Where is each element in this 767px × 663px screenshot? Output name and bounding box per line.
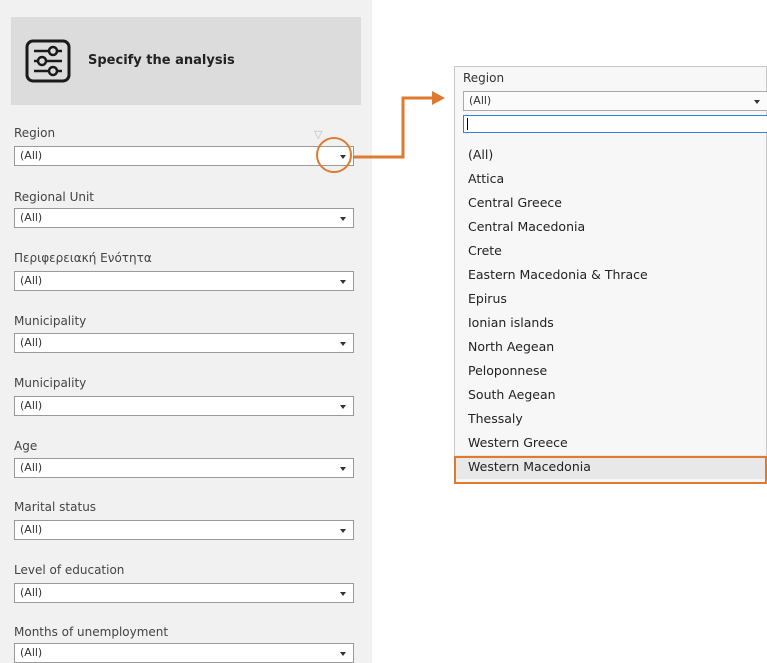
filter-value: (All) [20, 336, 43, 349]
filter-select-municipality-2[interactable]: (All) [14, 396, 354, 416]
chevron-down-icon[interactable] [340, 342, 346, 346]
filter-panel: Specify the analysis ▽ Region (All) Regi… [0, 0, 372, 663]
chevron-down-icon[interactable] [340, 217, 346, 221]
filter-select-marital-status[interactable]: (All) [14, 520, 354, 540]
filter-label-region: Region [14, 126, 56, 140]
dropdown-option[interactable]: Eastern Macedonia & Thrace [455, 263, 767, 287]
dropdown-option[interactable]: South Aegean [455, 383, 767, 407]
dropdown-option[interactable]: North Aegean [455, 335, 767, 359]
filter-label-regional-unit-greek: Περιφερειακή Ενότητα [14, 251, 152, 265]
filter-select-education[interactable]: (All) [14, 583, 354, 603]
panel-title: Specify the analysis [88, 53, 235, 68]
dropdown-option[interactable]: (All) [455, 143, 767, 167]
filter-label-regional-unit: Regional Unit [14, 190, 95, 204]
panel-header: Specify the analysis [11, 17, 361, 105]
dropdown-selected-value: (All) [469, 94, 492, 107]
region-dropdown-popup: Region (All) (All) Attica Central Greece… [454, 66, 767, 484]
filter-label-unemployment: Months of unemployment [14, 625, 169, 639]
dropdown-options-list: (All) Attica Central Greece Central Mace… [455, 143, 767, 479]
filter-label-municipality: Municipality [14, 314, 87, 328]
filter-select-unemployment[interactable]: (All) [14, 643, 354, 663]
dropdown-option[interactable]: Thessaly [455, 407, 767, 431]
filter-funnel-icon[interactable]: ▽ [314, 128, 322, 141]
dropdown-option[interactable]: Crete [455, 239, 767, 263]
filter-value: (All) [20, 211, 43, 224]
chevron-down-icon[interactable] [754, 100, 760, 104]
dropdown-select[interactable]: (All) [463, 91, 767, 111]
filter-value: (All) [20, 461, 43, 474]
filter-select-municipality[interactable]: (All) [14, 333, 354, 353]
connector-arrow-icon [353, 91, 445, 159]
filter-label-education: Level of education [14, 563, 125, 577]
dropdown-option[interactable]: Epirus [455, 287, 767, 311]
chevron-down-icon[interactable] [340, 592, 346, 596]
chevron-down-icon[interactable] [340, 467, 346, 471]
dropdown-option[interactable]: Central Macedonia [455, 215, 767, 239]
filter-select-region[interactable]: (All) [14, 146, 354, 166]
filter-value: (All) [20, 523, 43, 536]
filter-value: (All) [20, 274, 43, 287]
dropdown-option[interactable]: Attica [455, 167, 767, 191]
chevron-down-icon[interactable] [340, 529, 346, 533]
chevron-down-icon[interactable] [340, 652, 346, 656]
filter-value: (All) [20, 399, 43, 412]
filter-value: (All) [20, 586, 43, 599]
chevron-down-icon[interactable] [340, 280, 346, 284]
highlight-frame [454, 456, 767, 484]
filter-label-municipality-2: Municipality [14, 376, 87, 390]
chevron-down-icon[interactable] [340, 405, 346, 409]
text-caret [467, 118, 468, 130]
dropdown-option[interactable]: Central Greece [455, 191, 767, 215]
filter-select-regional-unit-greek[interactable]: (All) [14, 271, 354, 291]
dropdown-option[interactable]: Ionian islands [455, 311, 767, 335]
filter-select-regional-unit[interactable]: (All) [14, 208, 354, 228]
filter-label-age: Age [14, 439, 38, 453]
filter-value: (All) [20, 646, 43, 659]
sliders-icon [25, 39, 71, 83]
filter-select-age[interactable]: (All) [14, 458, 354, 478]
dropdown-option[interactable]: Peloponnese [455, 359, 767, 383]
filter-label-marital-status: Marital status [14, 500, 97, 514]
dropdown-search-input[interactable] [463, 115, 767, 133]
filter-value: (All) [20, 149, 43, 162]
dropdown-label: Region [463, 71, 505, 85]
dropdown-option[interactable]: Western Greece [455, 431, 767, 455]
highlight-circle [316, 137, 352, 173]
